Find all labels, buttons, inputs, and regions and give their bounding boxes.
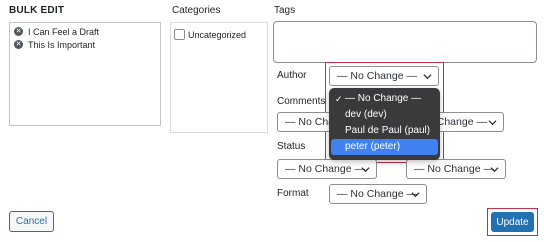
format-select[interactable]: — No Change —: [329, 184, 427, 204]
status-label: Status: [277, 141, 306, 152]
tags-title: Tags: [274, 5, 296, 16]
list-item: ✕ This Is Important: [14, 38, 156, 51]
format-select-value: — No Change —: [337, 188, 417, 200]
author-select-value: — No Change —: [337, 70, 417, 82]
chevron-down-icon: [423, 74, 432, 80]
tags-textarea[interactable]: [273, 21, 537, 63]
author-option-peter[interactable]: peter (peter): [331, 139, 438, 155]
author-dropdown-menu: — No Change — dev (dev) Paul de Paul (pa…: [329, 88, 440, 160]
categories-checklist: Uncategorized: [170, 22, 268, 133]
chevron-down-icon: [490, 167, 499, 173]
chevron-down-icon: [361, 167, 370, 173]
sticky-select[interactable]: — No Change —: [406, 159, 506, 179]
categories-title: Categories: [172, 5, 221, 16]
remove-post-icon[interactable]: ✕: [14, 27, 23, 36]
status-select[interactable]: — No Change —: [277, 159, 377, 179]
update-button[interactable]: Update: [491, 212, 534, 232]
author-option-no-change[interactable]: — No Change —: [331, 91, 438, 107]
author-option-dev[interactable]: dev (dev): [331, 107, 438, 123]
chevron-down-icon: [488, 120, 497, 126]
chevron-down-icon: [411, 192, 420, 198]
author-label: Author: [277, 70, 307, 81]
post-title: I Can Feel a Draft: [28, 26, 100, 37]
cancel-button[interactable]: Cancel: [9, 211, 54, 232]
sticky-select-value: — No Change —: [414, 163, 494, 175]
category-item[interactable]: Uncategorized: [174, 29, 264, 40]
remove-post-icon[interactable]: ✕: [14, 40, 23, 49]
bulk-edit-title: BULK EDIT: [9, 5, 65, 16]
author-select[interactable]: — No Change —: [329, 66, 439, 86]
bulk-posts-list: ✕ I Can Feel a Draft ✕ This Is Important: [9, 22, 161, 126]
status-select-value: — No Change —: [285, 163, 365, 175]
list-item: ✕ I Can Feel a Draft: [14, 25, 156, 38]
category-checkbox[interactable]: [174, 29, 185, 40]
comments-label: Comments: [277, 96, 326, 107]
category-label: Uncategorized: [188, 29, 247, 40]
author-option-paul[interactable]: Paul de Paul (paul): [331, 123, 438, 139]
post-title: This Is Important: [28, 39, 96, 50]
format-label: Format: [277, 188, 309, 199]
